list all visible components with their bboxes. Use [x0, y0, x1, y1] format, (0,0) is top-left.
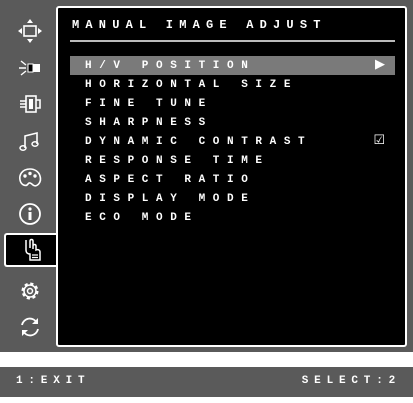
osd-frame: MANUAL IMAGE ADJUST H/V POSITION ▶ HORIZ… [0, 0, 413, 352]
menu-panel: MANUAL IMAGE ADJUST H/V POSITION ▶ HORIZ… [56, 6, 407, 347]
menu-item-sharpness[interactable]: SHARPNESS [70, 113, 395, 132]
exit-hint: 1:EXIT [16, 375, 91, 387]
button-hint-bar: 1:EXIT SELECT:2 [0, 367, 413, 397]
sidebar-item-input-select[interactable] [4, 87, 56, 121]
sidebar-item-audio[interactable] [4, 124, 56, 158]
menu-item-label: ASPECT RATIO [85, 173, 256, 186]
menu-item-label: HORIZONTAL SIZE [85, 78, 299, 91]
menu-item-label: DYNAMIC CONTRAST [85, 135, 313, 148]
audio-icon [19, 131, 39, 151]
information-icon [19, 203, 41, 225]
color-icon [19, 168, 42, 187]
sidebar-item-recall[interactable] [4, 310, 56, 344]
menu-item-dynamic-contrast[interactable]: DYNAMIC CONTRAST ☑ [70, 132, 395, 151]
menu-item-horizontal-size[interactable]: HORIZONTAL SIZE [70, 75, 395, 94]
menu-title: MANUAL IMAGE ADJUST [72, 18, 327, 32]
title-divider [70, 40, 395, 42]
input-select-icon [20, 95, 41, 113]
recall-icon [21, 317, 39, 337]
menu-list: H/V POSITION ▶ HORIZONTAL SIZE FINE TUNE… [70, 56, 395, 227]
menu-item-eco-mode[interactable]: ECO MODE [70, 208, 395, 227]
menu-item-fine-tune[interactable]: FINE TUNE [70, 94, 395, 113]
menu-item-label: FINE TUNE [85, 97, 213, 110]
menu-item-response-time[interactable]: RESPONSE TIME [70, 151, 395, 170]
submenu-arrow-icon: ▶ [375, 57, 385, 72]
osd-sidebar [4, 6, 60, 348]
menu-item-label: ECO MODE [85, 211, 199, 224]
menu-item-label: SHARPNESS [85, 116, 213, 129]
checked-box-icon[interactable]: ☑ [373, 133, 385, 148]
sidebar-item-setup[interactable] [4, 274, 56, 308]
menu-item-label: H/V POSITION [85, 59, 256, 72]
menu-item-label: RESPONSE TIME [85, 154, 270, 167]
sidebar-item-information[interactable] [4, 197, 56, 231]
sidebar-item-brightness[interactable] [4, 51, 56, 85]
menu-item-label: DISPLAY MODE [85, 192, 256, 205]
sidebar-item-auto-adjust[interactable] [4, 14, 56, 48]
sidebar-item-manual-adjust[interactable] [4, 233, 60, 267]
menu-item-aspect-ratio[interactable]: ASPECT RATIO [70, 170, 395, 189]
sidebar-item-color[interactable] [4, 161, 56, 195]
setup-icon [21, 282, 39, 300]
brightness-icon [19, 60, 40, 76]
menu-item-hv-position[interactable]: H/V POSITION ▶ [70, 56, 395, 75]
select-hint: SELECT:2 [301, 375, 401, 387]
auto-adjust-icon [18, 19, 42, 43]
menu-item-display-mode[interactable]: DISPLAY MODE [70, 189, 395, 208]
manual-adjust-icon [25, 238, 41, 261]
